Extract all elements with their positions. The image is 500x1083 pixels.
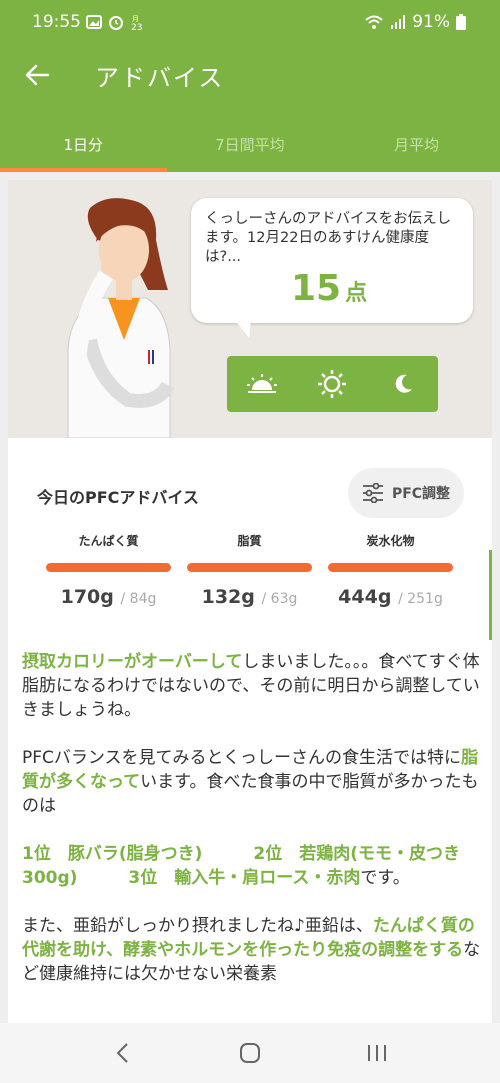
- noon-button[interactable]: [297, 356, 367, 412]
- macro-carbs: 炭水化物 444g / 251g: [328, 532, 453, 608]
- wifi-icon: [365, 15, 383, 29]
- sun-icon: [318, 370, 347, 398]
- advisor-illustration: [67, 198, 175, 438]
- system-nav-bar: [0, 1023, 500, 1083]
- advice-paragraph: 1位 豚バラ(脂身つき) 2位 若鶏肉(モモ・皮つき300g) 3位 輸入牛・肩…: [22, 844, 460, 888]
- back-arrow-icon[interactable]: [24, 62, 50, 88]
- health-score-unit: 点: [345, 281, 368, 306]
- status-bar: 19:55 月 23 91%: [0, 0, 500, 40]
- app-bar: アドバイス: [0, 40, 500, 110]
- meal-time-selector: [227, 356, 438, 412]
- nav-recents-button[interactable]: [357, 1033, 397, 1073]
- tab-one-day[interactable]: 1日分: [0, 110, 167, 172]
- period-tabs: 1日分 7日間平均 月平均: [0, 110, 500, 172]
- macro-value: 444g / 251g: [338, 586, 443, 608]
- macro-label: たんぱく質: [78, 534, 139, 548]
- alarm-icon: [109, 16, 123, 30]
- pfc-section-title: 今日のPFCアドバイス: [37, 488, 199, 507]
- sunrise-icon: [247, 374, 278, 393]
- tab-monthly-average[interactable]: 月平均: [333, 110, 500, 172]
- macro-target: / 251g: [398, 591, 443, 607]
- macro-fat: 脂質 132g / 63g: [187, 532, 312, 608]
- recents-icon: [367, 1045, 386, 1061]
- macro-bar: [46, 563, 171, 572]
- battery-percent: 91%: [412, 12, 450, 32]
- advice-message: くっしーさんのアドバイスをお伝えします。12月22日のあすけん健康度は?...: [205, 211, 452, 265]
- health-score: 15 点: [291, 268, 367, 309]
- morning-button[interactable]: [227, 356, 297, 412]
- advice-text: 摂取カロリーがオーバーしてしまいました。。。食べてすぐ体脂肪になるわけではないの…: [22, 650, 482, 1010]
- advice-bubble: くっしーさんのアドバイスをお伝えします。12月22日のあすけん健康度は?... …: [191, 198, 473, 323]
- night-button[interactable]: [368, 356, 438, 412]
- advice-paragraph: また、亜鉛がしっかり摂れましたね♪亜鉛は、たんぱく質の代謝を助け、酵素やホルモン…: [22, 916, 481, 984]
- calendar-icon: 月23: [131, 15, 142, 31]
- advice-paragraph: 摂取カロリーがオーバーしてしまいました。。。食べてすぐ体脂肪になるわけではないの…: [22, 652, 480, 720]
- advice-paragraph: PFCバランスを見てみるとくっしーさんの食生活では特に脂質が多くなっています。食…: [22, 748, 479, 816]
- macro-value: 170g / 84g: [60, 586, 157, 608]
- battery-icon: [456, 14, 466, 30]
- scrollbar[interactable]: [489, 550, 492, 640]
- macro-value: 132g / 63g: [201, 586, 298, 608]
- pfc-adjust-label: PFC調整: [391, 486, 451, 502]
- status-notification-icons: 月 23: [86, 13, 146, 31]
- macro-bar: [187, 563, 312, 572]
- macro-target: / 63g: [261, 591, 298, 607]
- status-right: 91%: [364, 12, 466, 32]
- moon-icon: [395, 374, 412, 393]
- pfc-adjust-button[interactable]: PFC調整: [348, 468, 464, 518]
- signal-icon: [391, 15, 406, 29]
- home-icon: [239, 1043, 260, 1063]
- macro-label: 脂質: [237, 534, 262, 548]
- macro-protein: たんぱく質 170g / 84g: [46, 532, 171, 608]
- nav-back-button[interactable]: [103, 1033, 143, 1073]
- image-icon: [86, 15, 102, 29]
- status-time: 19:55: [32, 12, 81, 32]
- svg-text:月: 月: [132, 15, 139, 23]
- nav-home-button[interactable]: [230, 1033, 270, 1073]
- advice-card: くっしーさんのアドバイスをお伝えします。12月22日のあすけん健康度は?... …: [8, 180, 492, 1023]
- sliders-icon: [362, 483, 383, 503]
- advisor-hero: くっしーさんのアドバイスをお伝えします。12月22日のあすけん健康度は?... …: [8, 180, 492, 438]
- macro-label: 炭水化物: [366, 534, 415, 548]
- macro-bar: [328, 563, 453, 572]
- tab-seven-day-average[interactable]: 7日間平均: [167, 110, 334, 172]
- macro-target: / 84g: [120, 591, 157, 607]
- chevron-left-icon: [116, 1043, 129, 1063]
- page-title: アドバイス: [95, 64, 225, 92]
- health-score-value: 15: [291, 268, 342, 309]
- svg-text:23: 23: [131, 23, 142, 31]
